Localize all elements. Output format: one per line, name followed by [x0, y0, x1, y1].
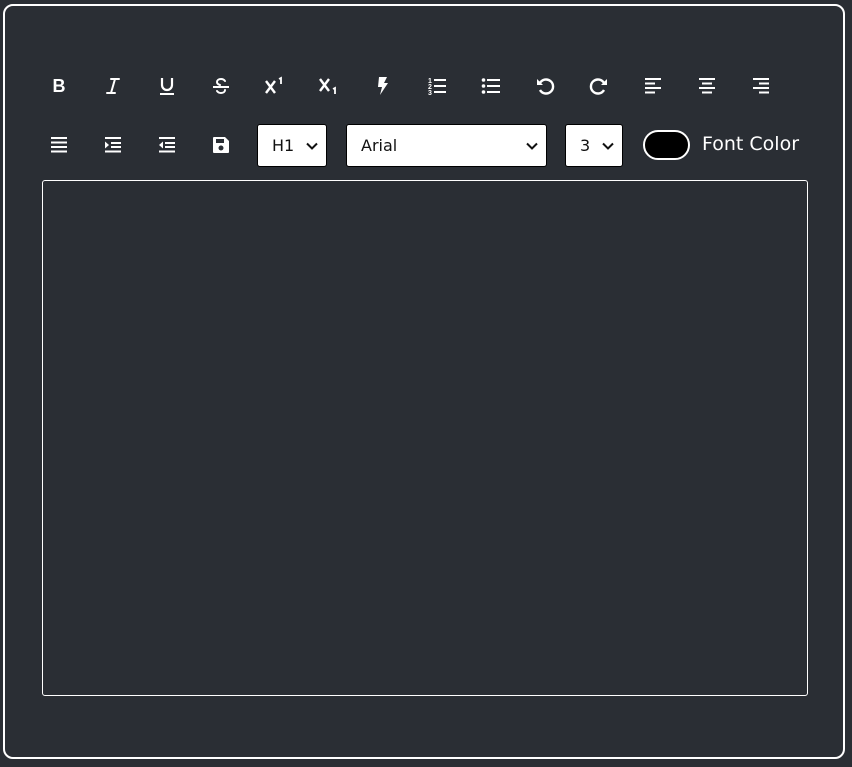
- font-family-select[interactable]: Arial: [346, 124, 547, 167]
- strikethrough-icon: [213, 77, 229, 95]
- superscript-button[interactable]: [248, 64, 302, 108]
- justify-button[interactable]: [32, 123, 86, 167]
- font-color-label: Font Color: [702, 133, 800, 155]
- underline-icon: [160, 78, 174, 95]
- unordered-list-button[interactable]: [464, 64, 518, 108]
- indent-icon: [105, 137, 121, 153]
- subscript-button[interactable]: [302, 64, 356, 108]
- heading-select-value: H1: [272, 136, 295, 155]
- superscript-icon: [265, 76, 282, 94]
- indent-button[interactable]: [86, 123, 140, 167]
- redo-button[interactable]: [572, 64, 626, 108]
- outdent-icon: [159, 137, 175, 153]
- save-button[interactable]: [194, 123, 248, 167]
- align-left-icon: [645, 78, 661, 94]
- ordered-list-icon: 1 2 3: [428, 78, 446, 96]
- undo-button[interactable]: [518, 64, 572, 108]
- chevron-down-icon: [526, 142, 538, 150]
- font-size-select[interactable]: 3: [565, 124, 623, 167]
- align-right-button[interactable]: [734, 64, 788, 108]
- toolbar-row-2: [32, 121, 248, 169]
- heading-select[interactable]: H1: [257, 124, 327, 167]
- bold-icon: B: [53, 76, 66, 96]
- undo-icon: [537, 78, 555, 95]
- align-center-icon: [699, 78, 715, 94]
- align-center-button[interactable]: [680, 64, 734, 108]
- font-size-select-value: 3: [580, 136, 591, 155]
- text-editor-area[interactable]: [42, 180, 808, 696]
- underline-button[interactable]: [140, 64, 194, 108]
- svg-text:B: B: [53, 76, 66, 96]
- bolt-icon: [378, 77, 388, 95]
- italic-button[interactable]: [86, 64, 140, 108]
- bold-button[interactable]: B: [32, 64, 86, 108]
- toolbar-row-1: B 1 2 3: [32, 62, 788, 110]
- create-link-button[interactable]: [356, 64, 410, 108]
- chevron-down-icon: [306, 142, 318, 150]
- chevron-down-icon: [602, 142, 614, 150]
- font-color-picker[interactable]: [643, 130, 690, 160]
- italic-icon: [106, 78, 120, 94]
- font-family-select-value: Arial: [361, 136, 398, 155]
- align-left-button[interactable]: [626, 64, 680, 108]
- align-right-icon: [753, 78, 769, 94]
- subscript-icon: [319, 78, 336, 94]
- redo-icon: [589, 78, 607, 95]
- svg-text:3: 3: [428, 90, 432, 96]
- save-icon: [213, 137, 229, 153]
- outdent-button[interactable]: [140, 123, 194, 167]
- align-justify-icon: [51, 137, 67, 153]
- ordered-list-button[interactable]: 1 2 3: [410, 64, 464, 108]
- strikethrough-button[interactable]: [194, 64, 248, 108]
- unordered-list-icon: [481, 78, 500, 94]
